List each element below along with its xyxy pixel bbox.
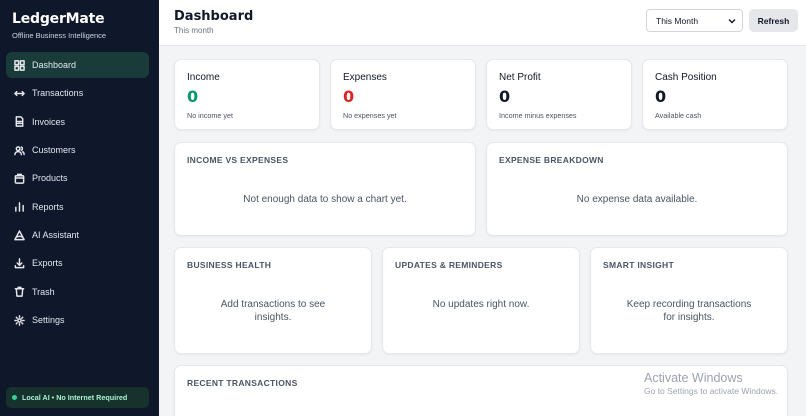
dashboard-icon xyxy=(14,59,25,71)
empty-state-text: insights. xyxy=(254,312,292,323)
activation-watermark-title: Activate Windows xyxy=(644,371,743,385)
settings-icon xyxy=(14,314,25,326)
kpi-note: No expenses yet xyxy=(343,111,397,120)
app-tagline: Offline Business Intelligence xyxy=(12,31,107,40)
sidebar: LedgerMate Offline Business Intelligence… xyxy=(0,0,159,416)
updates-reminders-card: UPDATES & REMINDERS No updates right now… xyxy=(382,247,580,354)
sidebar-item-label: AI Assistant xyxy=(32,230,80,241)
kpi-note: Available cash xyxy=(655,111,702,120)
sidebar-item-customers[interactable]: Customers xyxy=(6,137,149,163)
empty-state-text: No updates right now. xyxy=(432,299,530,310)
sidebar-item-label: Invoices xyxy=(32,116,66,127)
sidebar-item-label: Products xyxy=(32,173,68,184)
expense-breakdown-card: EXPENSE BREAKDOWN No expense data availa… xyxy=(486,142,788,236)
period-select-value: This Month xyxy=(656,15,699,26)
sidebar-nav: Dashboard Transactions Invoices Customer… xyxy=(6,52,149,335)
kpi-value: 0 xyxy=(343,87,355,106)
kpi-value: 0 xyxy=(187,87,199,106)
sidebar-item-dashboard[interactable]: Dashboard xyxy=(6,52,149,78)
empty-state-text: Keep recording transactions xyxy=(626,299,752,310)
kpi-card-net-profit: Net Profit 0 Income minus expenses xyxy=(486,59,632,130)
business-health-card: BUSINESS HEALTH Add transactions to see … xyxy=(174,247,372,354)
sidebar-item-settings[interactable]: Settings xyxy=(6,307,149,333)
section-title: INCOME VS EXPENSES xyxy=(187,155,289,165)
empty-state-text: Add transactions to see xyxy=(220,299,326,310)
page-title: Dashboard xyxy=(174,9,254,24)
trash-icon xyxy=(14,286,25,298)
section-title: UPDATES & REMINDERS xyxy=(395,260,503,270)
ai-assistant-icon xyxy=(14,229,25,240)
kpi-card-expenses: Expenses 0 No expenses yet xyxy=(330,59,476,130)
kpi-note: Income minus expenses xyxy=(499,111,577,120)
chevron-down-icon xyxy=(728,19,736,24)
refresh-button[interactable]: Refresh xyxy=(749,9,798,32)
section-title: EXPENSE BREAKDOWN xyxy=(499,155,604,165)
section-title: BUSINESS HEALTH xyxy=(187,260,272,270)
customers-icon xyxy=(14,145,25,155)
period-select[interactable]: This Month xyxy=(646,9,743,32)
kpi-value: 0 xyxy=(499,87,511,106)
kpi-label: Expenses xyxy=(343,72,387,83)
status-badge: Local AI • No Internet Required xyxy=(6,387,149,408)
sidebar-item-label: Exports xyxy=(32,258,63,269)
sidebar-item-label: Dashboard xyxy=(32,60,77,70)
sidebar-item-label: Transactions xyxy=(32,88,84,99)
sidebar-item-transactions[interactable]: Transactions xyxy=(6,80,149,106)
empty-state-text: for insights. xyxy=(663,312,715,323)
page-subtitle: This month xyxy=(174,26,214,35)
sidebar-item-label: Trash xyxy=(32,286,55,297)
kpi-note: No income yet xyxy=(187,111,233,120)
income-vs-expenses-card: INCOME VS EXPENSES Not enough data to sh… xyxy=(174,142,476,236)
sidebar-item-trash[interactable]: Trash xyxy=(6,279,149,305)
top-header: Dashboard This month This Month Refresh xyxy=(159,0,806,46)
invoice-icon xyxy=(15,116,24,128)
sidebar-item-invoices[interactable]: Invoices xyxy=(6,109,149,135)
activation-watermark-subtitle: Go to Settings to activate Windows. xyxy=(644,386,779,396)
empty-state-text: Not enough data to show a chart yet. xyxy=(243,194,407,205)
sidebar-item-products[interactable]: Products xyxy=(6,165,149,191)
sidebar-item-reports[interactable]: Reports xyxy=(6,194,149,220)
kpi-label: Cash Position xyxy=(655,72,717,83)
section-title: RECENT TRANSACTIONS xyxy=(187,378,298,388)
kpi-card-cash-position: Cash Position 0 Available cash xyxy=(642,59,788,130)
sidebar-item-exports[interactable]: Exports xyxy=(6,250,149,276)
kpi-card-income: Income 0 No income yet xyxy=(174,59,320,130)
kpi-label: Income xyxy=(187,72,220,83)
reports-icon xyxy=(15,202,24,213)
smart-insight-card: SMART INSIGHT Keep recording transaction… xyxy=(590,247,788,354)
status-label: Local AI • No Internet Required xyxy=(22,393,128,402)
kpi-value: 0 xyxy=(655,87,667,106)
empty-state-text: No expense data available. xyxy=(576,194,698,205)
kpi-label: Net Profit xyxy=(499,72,541,83)
sidebar-item-label: Reports xyxy=(32,201,64,212)
export-icon xyxy=(14,258,25,269)
products-icon xyxy=(14,173,25,184)
section-title: SMART INSIGHT xyxy=(603,260,674,270)
status-dot-icon xyxy=(12,395,17,400)
sidebar-item-label: Customers xyxy=(32,145,76,156)
sidebar-item-ai-assistant[interactable]: AI Assistant xyxy=(6,222,149,248)
app-logo: LedgerMate xyxy=(12,11,105,27)
sidebar-item-label: Settings xyxy=(32,315,65,326)
transactions-icon xyxy=(14,90,25,96)
